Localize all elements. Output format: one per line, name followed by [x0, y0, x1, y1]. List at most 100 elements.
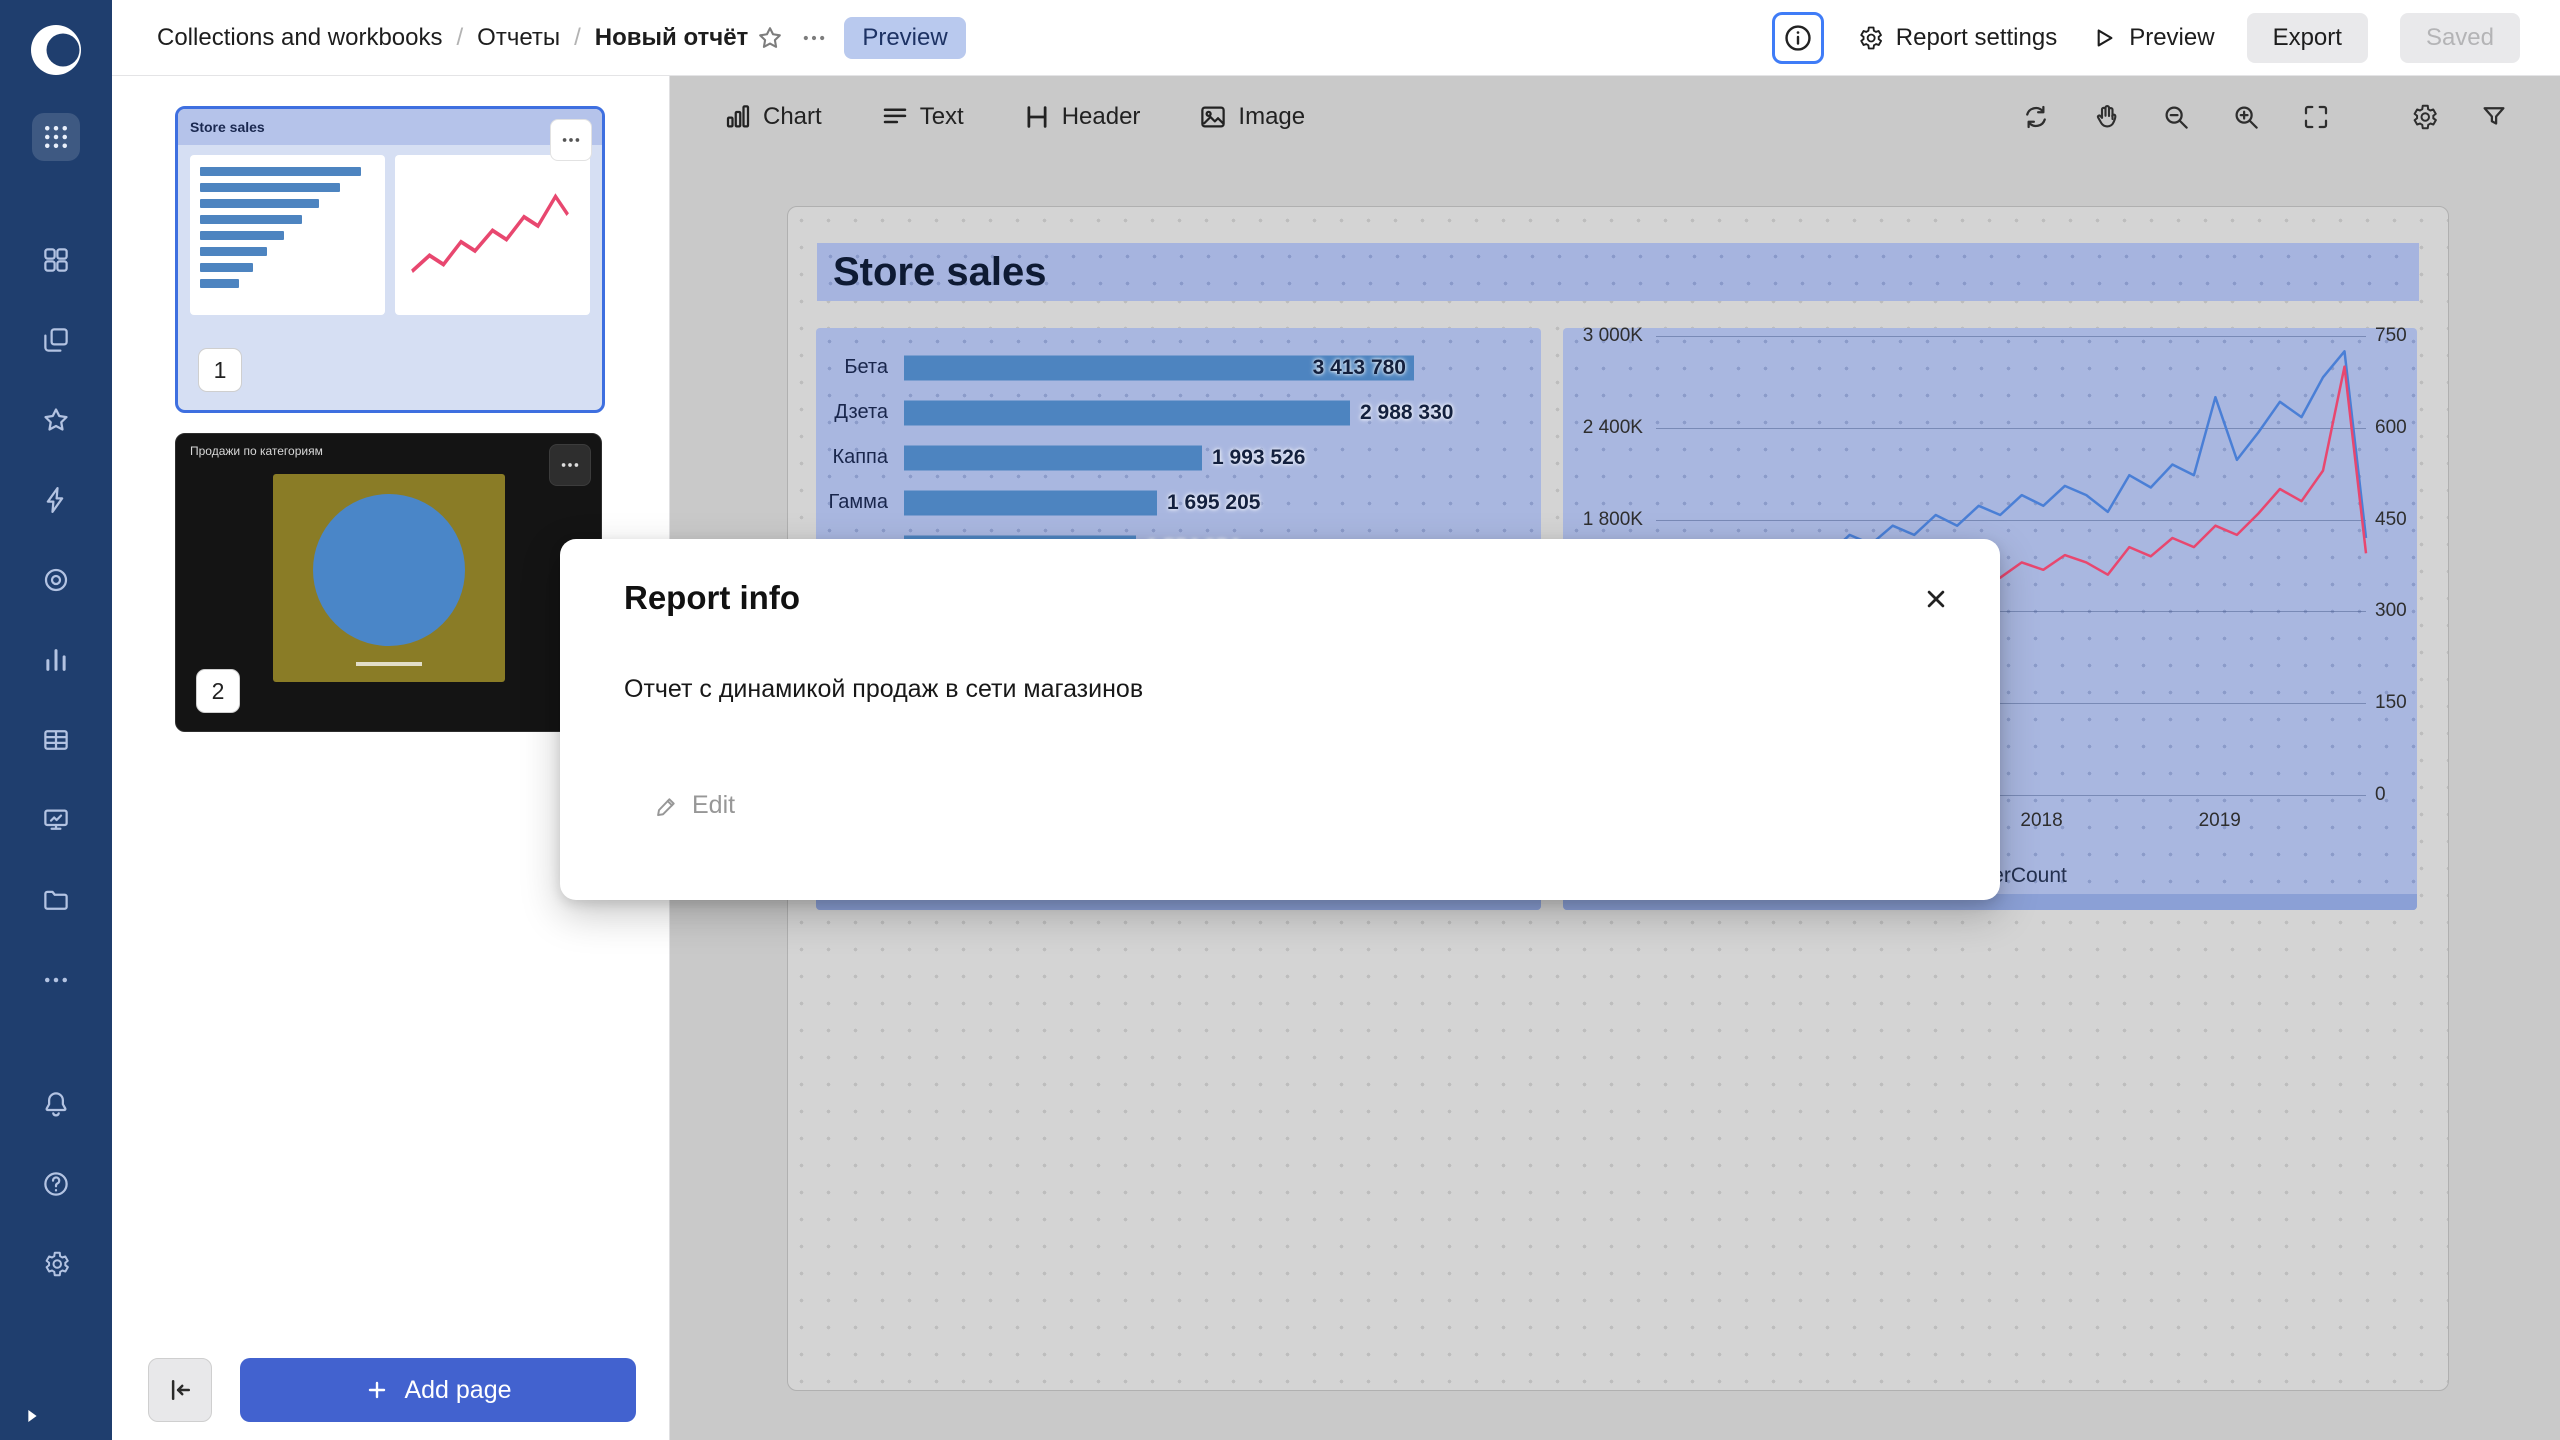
bar[interactable]: [904, 445, 1202, 470]
report-info-dialog: Report info Отчет с динамикой продаж в с…: [560, 539, 2000, 900]
dialog-title: Report info: [624, 579, 800, 617]
triangle-right-icon: [21, 1405, 43, 1427]
refresh-icon: [2021, 102, 2051, 132]
sidebar-item-more[interactable]: [32, 956, 80, 1004]
play-icon: [2089, 24, 2117, 52]
topbar-actions: Report settings Preview Export Saved: [1772, 12, 2520, 64]
add-text-button[interactable]: Text: [880, 102, 964, 132]
fullscreen-icon: [2301, 102, 2331, 132]
more-icon: [560, 129, 582, 151]
breadcrumb-separator: /: [456, 24, 463, 52]
bar-chart-row: Каппа1 993 526: [816, 435, 1541, 480]
breadcrumb-collections[interactable]: Collections and workbooks: [157, 24, 442, 52]
export-button[interactable]: Export: [2247, 13, 2368, 63]
pie-shape: [313, 494, 465, 646]
zoom-in-button[interactable]: [2224, 95, 2268, 139]
bar-category-label: Гамма: [816, 491, 904, 514]
folder-icon: [41, 885, 71, 915]
sidebar-item-workbooks[interactable]: [32, 316, 80, 364]
favorite-star-button[interactable]: [748, 16, 792, 60]
sidebar-item-charts[interactable]: [32, 636, 80, 684]
mini-pie-chart: [273, 474, 505, 682]
fit-screen-button[interactable]: [2294, 95, 2338, 139]
mini-line-chart: [395, 155, 590, 315]
bar-chart-row: Дзета2 988 330: [816, 390, 1541, 435]
close-dialog-button[interactable]: [1912, 575, 1960, 623]
gear-icon: [1856, 24, 1884, 52]
bar[interactable]: [904, 490, 1157, 515]
pencil-icon: [654, 793, 680, 819]
add-header-button[interactable]: Header: [1022, 102, 1141, 132]
saved-status-button: Saved: [2400, 13, 2520, 63]
more-icon: [559, 454, 581, 476]
sidebar-item-favorites[interactable]: [32, 396, 80, 444]
preview-button[interactable]: Preview: [2089, 24, 2214, 52]
report-header-widget[interactable]: Store sales: [817, 243, 2419, 301]
mini-bar-chart: [190, 155, 385, 315]
info-icon: [1782, 22, 1814, 54]
add-image-button[interactable]: Image: [1198, 102, 1305, 132]
mini-charts-row: [178, 145, 602, 325]
sidebar-item-storage[interactable]: [32, 876, 80, 924]
mini-page-title-text: Store sales: [190, 119, 265, 135]
bar-value-label: 1 993 526: [1212, 446, 1305, 470]
zoom-out-icon: [2161, 102, 2191, 132]
pan-hand-button[interactable]: [2084, 95, 2128, 139]
bar-value-label: 3 413 780: [1313, 356, 1406, 380]
bar-track: 1 695 205: [904, 480, 1541, 525]
datalens-logo-icon[interactable]: [28, 22, 84, 78]
bar-chart-row: Бета3 413 780: [816, 345, 1541, 390]
bar-value-label: 1 695 205: [1167, 491, 1260, 515]
sidebar-item-datasets[interactable]: [32, 556, 80, 604]
bar-track: 3 413 780: [904, 345, 1541, 390]
breadcrumb-current-report: Новый отчёт: [595, 24, 749, 52]
sidebar-item-tables[interactable]: [32, 716, 80, 764]
preview-mode-badge: Preview: [844, 17, 965, 59]
settings-button[interactable]: [32, 1240, 80, 1288]
page-thumbnail-1[interactable]: Store sales 1: [175, 106, 605, 413]
notifications-button[interactable]: [32, 1080, 80, 1128]
page-menu-button[interactable]: [549, 444, 591, 486]
report-settings-button[interactable]: Report settings: [1856, 24, 2057, 52]
bar-chart-row: Гамма 1 695 205: [816, 480, 1541, 525]
breadcrumb-reports[interactable]: Отчеты: [477, 24, 560, 52]
sidebar-item-monitoring[interactable]: [32, 796, 80, 844]
x-axis-tick: 2019: [2199, 810, 2241, 832]
zoom-in-icon: [2231, 102, 2261, 132]
report-more-button[interactable]: [792, 16, 836, 60]
report-settings-label: Report settings: [1896, 24, 2057, 52]
add-chart-label: Chart: [763, 103, 822, 131]
page-menu-button[interactable]: [550, 119, 592, 161]
expand-rail-button[interactable]: [16, 1400, 48, 1432]
mini-page-title: Store sales: [178, 109, 602, 145]
mini-page-title: Продажи по категориям: [190, 444, 323, 458]
canvas-toolbar: Chart Text Header Image: [670, 88, 2560, 146]
refresh-button[interactable]: [2014, 95, 2058, 139]
bar-value-label: 2 988 330: [1360, 401, 1453, 425]
collapse-panel-button[interactable]: [148, 1358, 212, 1422]
filters-button[interactable]: [2472, 95, 2516, 139]
help-button[interactable]: [32, 1160, 80, 1208]
text-lines-icon: [880, 102, 910, 132]
more-icon: [800, 24, 828, 52]
bar-track: 2 988 330: [904, 390, 1541, 435]
lightning-icon: [41, 485, 71, 515]
funnel-icon: [2479, 102, 2509, 132]
services-grid-icon[interactable]: [32, 113, 80, 161]
pages-panel-footer: Add page: [112, 1358, 669, 1422]
add-chart-button[interactable]: Chart: [723, 102, 822, 132]
report-info-button[interactable]: [1772, 12, 1824, 64]
page-thumbnail-2[interactable]: Продажи по категориям 2: [175, 433, 602, 732]
sidebar-item-dashboards[interactable]: [32, 236, 80, 284]
sidebar-item-connections[interactable]: [32, 476, 80, 524]
bar-chart-icon: [41, 645, 71, 675]
edit-description-button[interactable]: Edit: [654, 791, 735, 820]
breadcrumb: Collections and workbooks / Отчеты / Нов…: [157, 24, 748, 52]
add-page-button[interactable]: Add page: [240, 1358, 636, 1422]
canvas-settings-button[interactable]: [2402, 95, 2446, 139]
bar[interactable]: [904, 400, 1350, 425]
zoom-out-button[interactable]: [2154, 95, 2198, 139]
rail-navigation: [0, 236, 112, 1004]
star-icon: [41, 405, 71, 435]
page-number-badge: 2: [196, 669, 240, 713]
